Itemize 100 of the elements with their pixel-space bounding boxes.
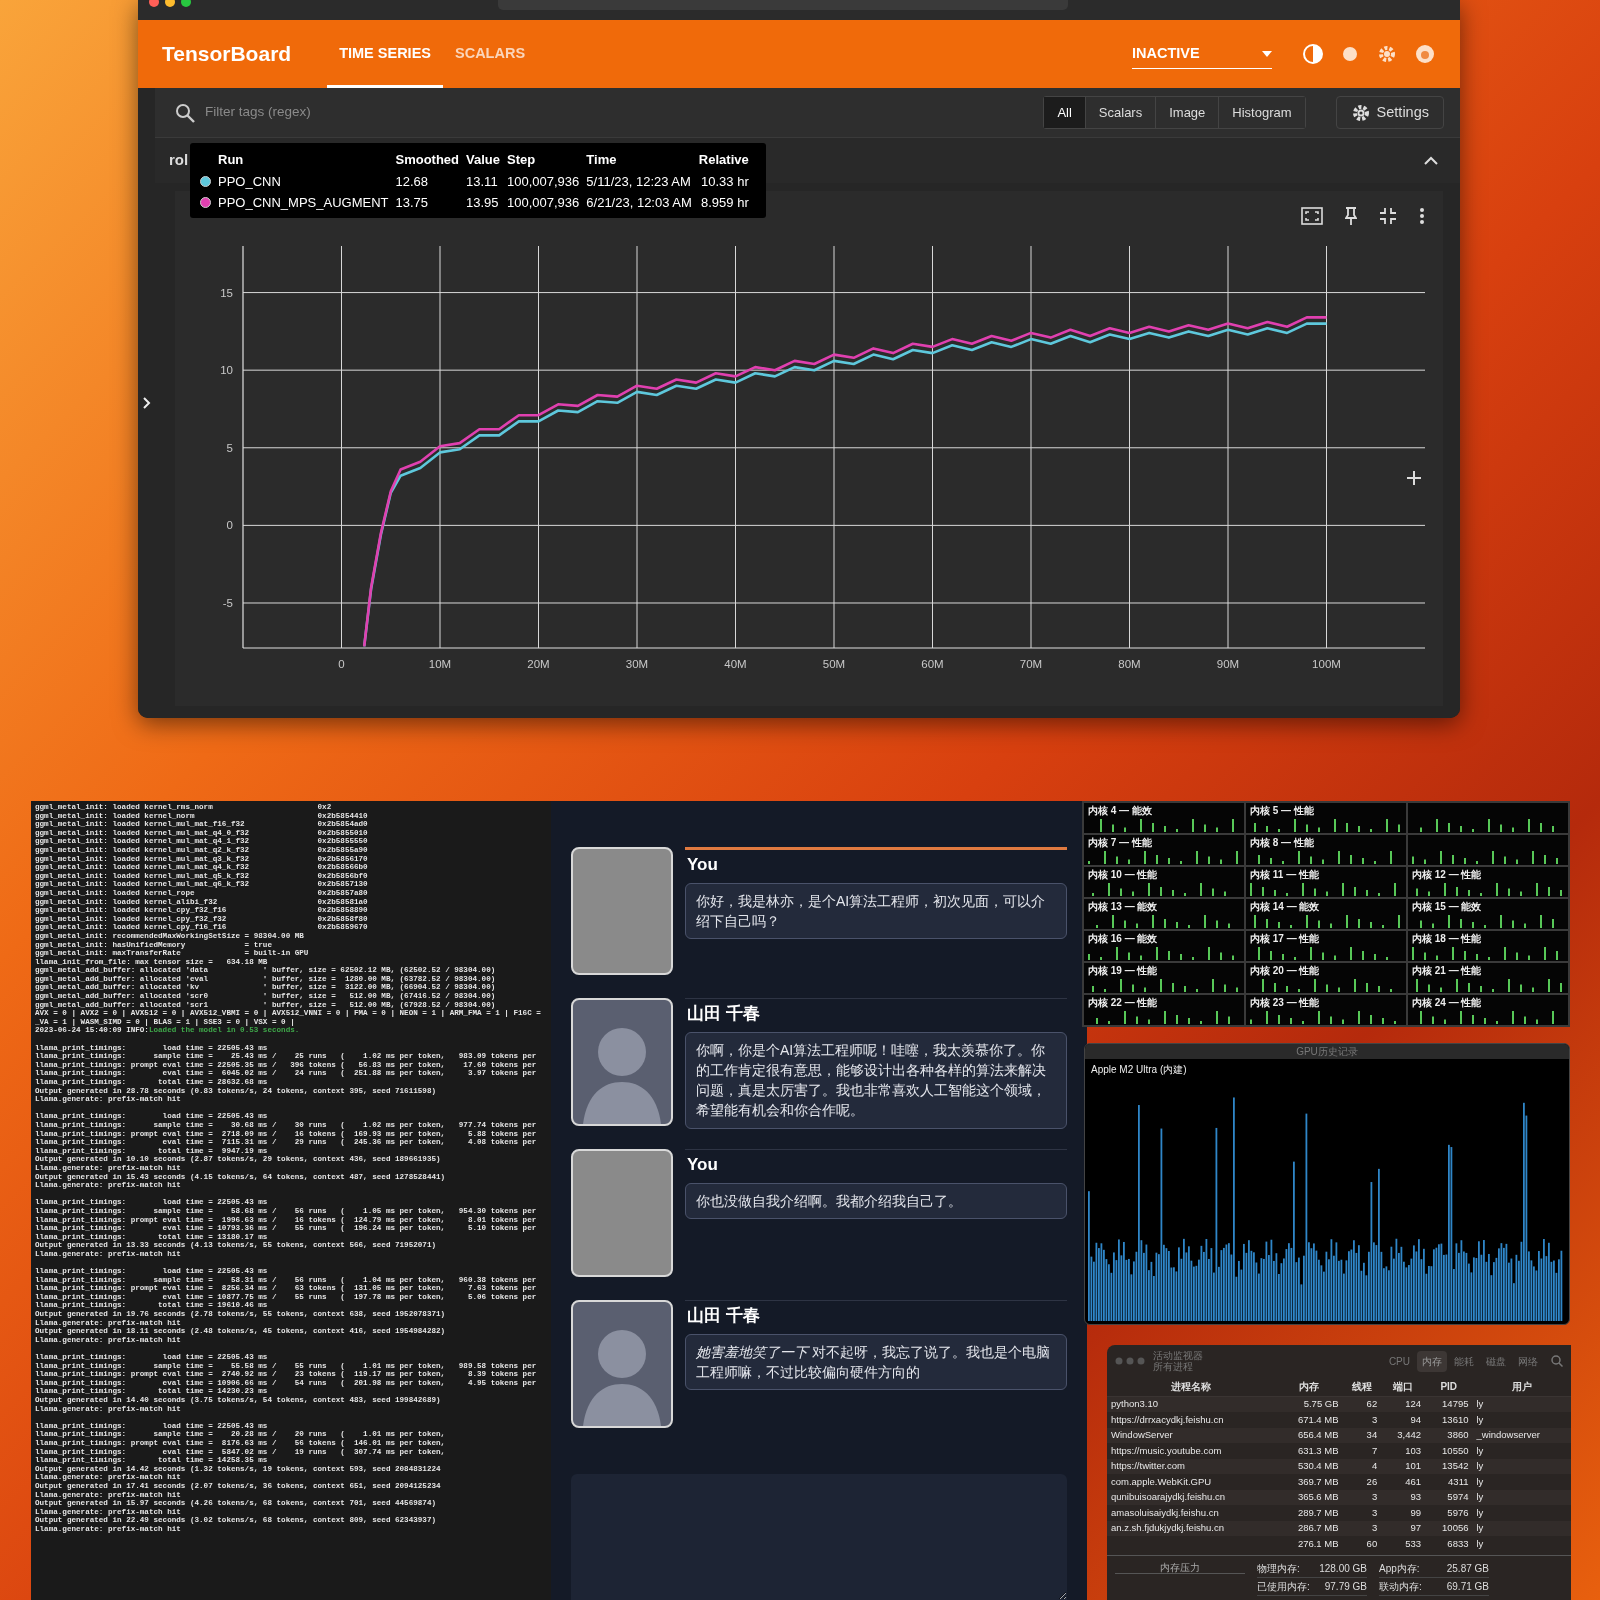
message-bubble: 她害羞地笑了一下 对不起呀，我忘了说了。我也是个电脑工程师嘛，不过比较偏向硬件方向的 (685, 1333, 1067, 1391)
core-label: 内核 24 — 性能 (1412, 997, 1483, 1008)
dot-icon[interactable] (1340, 44, 1360, 64)
axis-tick-label: 60M (921, 658, 944, 670)
table-cell: 100,007,936 (507, 192, 587, 214)
search-icon[interactable] (1551, 1355, 1563, 1367)
ring-icon[interactable] (1414, 43, 1436, 65)
filter-tab[interactable]: All (1044, 96, 1085, 129)
column-header[interactable]: 端口 (1381, 1377, 1425, 1397)
table-cell: _windowserver (1472, 1427, 1571, 1443)
table-cell: 276.1 MB (1275, 1536, 1343, 1552)
table-cell: 3 (1342, 1505, 1382, 1521)
column-header[interactable]: PID (1425, 1377, 1473, 1397)
axis-tick-label: -5 (222, 597, 233, 609)
table-cell: qunibuisoarajydkj.feishu.cn (1107, 1489, 1276, 1505)
table-cell: 10550 (1425, 1443, 1473, 1459)
table-cell: 3 (1342, 1520, 1382, 1536)
stat-value: 25.87 GB (1446, 1562, 1489, 1576)
table-cell: 13.95 (466, 192, 507, 214)
table-cell: 6833 (1425, 1536, 1473, 1552)
table-cell: 97 (1381, 1520, 1425, 1536)
column-header: Relative (698, 151, 750, 169)
view-tab[interactable]: 磁盘 (1481, 1350, 1511, 1372)
core-label: 内核 8 — 性能 (1250, 837, 1315, 848)
column-header: Run (218, 149, 396, 171)
table-cell: 289.7 MB (1275, 1505, 1343, 1521)
core-label: 内核 12 — 性能 (1412, 869, 1483, 880)
column-header[interactable]: 内存 (1275, 1377, 1343, 1397)
table-cell: https://drrxacydkj.feishu.cn (1107, 1412, 1276, 1428)
axis-tick-label: 30M (625, 658, 649, 670)
axis-tick-label: 70M (1019, 658, 1043, 670)
stat-label: 联动内存: (1379, 1580, 1422, 1594)
table-cell: 99 (1381, 1505, 1425, 1521)
chevron-right-icon[interactable] (142, 397, 151, 409)
table-cell: 4 (1342, 1458, 1382, 1474)
contrast-icon[interactable] (1302, 43, 1324, 65)
table-cell: 12.68 (395, 170, 467, 192)
column-header[interactable]: 用户 (1472, 1377, 1571, 1397)
table-cell: 10056 (1425, 1520, 1473, 1536)
caret-icon (1262, 50, 1272, 57)
table-cell: 5974 (1425, 1489, 1473, 1505)
axis-tick-label: 15 (220, 286, 233, 299)
filter-field[interactable]: Filter tags (regex) (203, 101, 703, 124)
table-cell: 3860 (1425, 1427, 1473, 1443)
fullscreen-icon[interactable] (1301, 207, 1323, 225)
core-label: 内核 10 — 性能 (1088, 869, 1159, 880)
stat-label: 物理内存: (1257, 1562, 1300, 1576)
table-cell-text: PPO_CNN_MPS_AUGMENT (218, 194, 390, 212)
more-icon[interactable] (1419, 207, 1425, 225)
chat-input-field[interactable] (571, 1474, 1067, 1600)
axis-tick-label: 100M (1312, 658, 1341, 670)
table-cell: 5976 (1425, 1505, 1473, 1521)
speaker-name: 山田 千春 (687, 1305, 761, 1327)
speaker-name: 山田 千春 (687, 1003, 761, 1025)
stat-value: 69.71 GB (1446, 1580, 1489, 1594)
speaker-name: You (687, 1154, 719, 1176)
core-label: 内核 23 — 性能 (1250, 997, 1321, 1008)
pin-icon[interactable] (1345, 207, 1357, 225)
stat-value: 128.00 GB (1319, 1562, 1367, 1576)
view-tab[interactable]: 能耗 (1449, 1350, 1479, 1372)
axis-tick-label: 40M (724, 658, 747, 670)
column-header[interactable]: 线程 (1342, 1377, 1382, 1397)
table-cell: 13.75 (395, 192, 467, 214)
table-cell: 530.4 MB (1275, 1458, 1343, 1474)
table-cell: 13542 (1425, 1458, 1473, 1474)
memory-pressure-label: 内存压力 (1115, 1560, 1245, 1574)
core-label: 内核 15 — 能效 (1412, 901, 1483, 912)
core-label: 内核 16 — 能效 (1088, 933, 1159, 944)
table-cell: ly (1472, 1458, 1571, 1474)
column-header: Value (466, 149, 507, 171)
column-header: Time (586, 149, 699, 171)
stat-label: 已使用内存: (1257, 1580, 1310, 1594)
table-cell: 4311 (1425, 1474, 1473, 1490)
table-cell-text: 10.33 hr (700, 172, 750, 191)
view-tab[interactable]: 内存 (1417, 1350, 1447, 1372)
table-cell: ly (1472, 1474, 1571, 1490)
table-cell-text: 8.959 hr (700, 194, 750, 212)
table-cell: 103 (1381, 1443, 1425, 1459)
collapse-icon[interactable] (1379, 207, 1397, 225)
table-cell: 656.4 MB (1275, 1427, 1343, 1443)
window-subtitle: 所有进程 (1153, 1361, 1193, 1372)
table-cell: 93 (1381, 1489, 1425, 1505)
message-bubble: 你啊，你是个AI算法工程师呢！哇噻，我太羡慕你了。你的工作肯定很有意思，能够设计出各种各样的算法来解决问题，真是太厉害了。我也非常喜欢人工智能这个领域，希望能有机会和你合作呢。 (685, 1031, 1067, 1129)
column-header[interactable]: 进程名称 (1107, 1377, 1276, 1397)
core-label: 内核 17 — 性能 (1250, 933, 1321, 944)
table-cell-text: 6/21/23, 12:03 AM (586, 194, 693, 212)
table-cell: 286.7 MB (1275, 1520, 1343, 1536)
table-cell: com.apple.WebKit.GPU (1107, 1474, 1276, 1490)
core-label: 内核 11 — 性能 (1250, 869, 1320, 880)
core-label: 内核 14 — 能效 (1250, 901, 1321, 912)
settings-button[interactable]: Settings (1335, 95, 1444, 130)
table-cell: 3 (1342, 1489, 1382, 1505)
table-cell: ly (1472, 1412, 1571, 1428)
chevron-up-icon[interactable] (1424, 156, 1438, 165)
axis-tick-label: 50M (822, 658, 846, 670)
table-cell: ly (1472, 1536, 1571, 1552)
core-label: 内核 7 — 性能 (1088, 837, 1153, 848)
core-label: 内核 5 — 性能 (1250, 805, 1315, 816)
gear-icon[interactable] (1376, 43, 1398, 65)
filter-tab[interactable]: Histogram (1218, 96, 1305, 129)
